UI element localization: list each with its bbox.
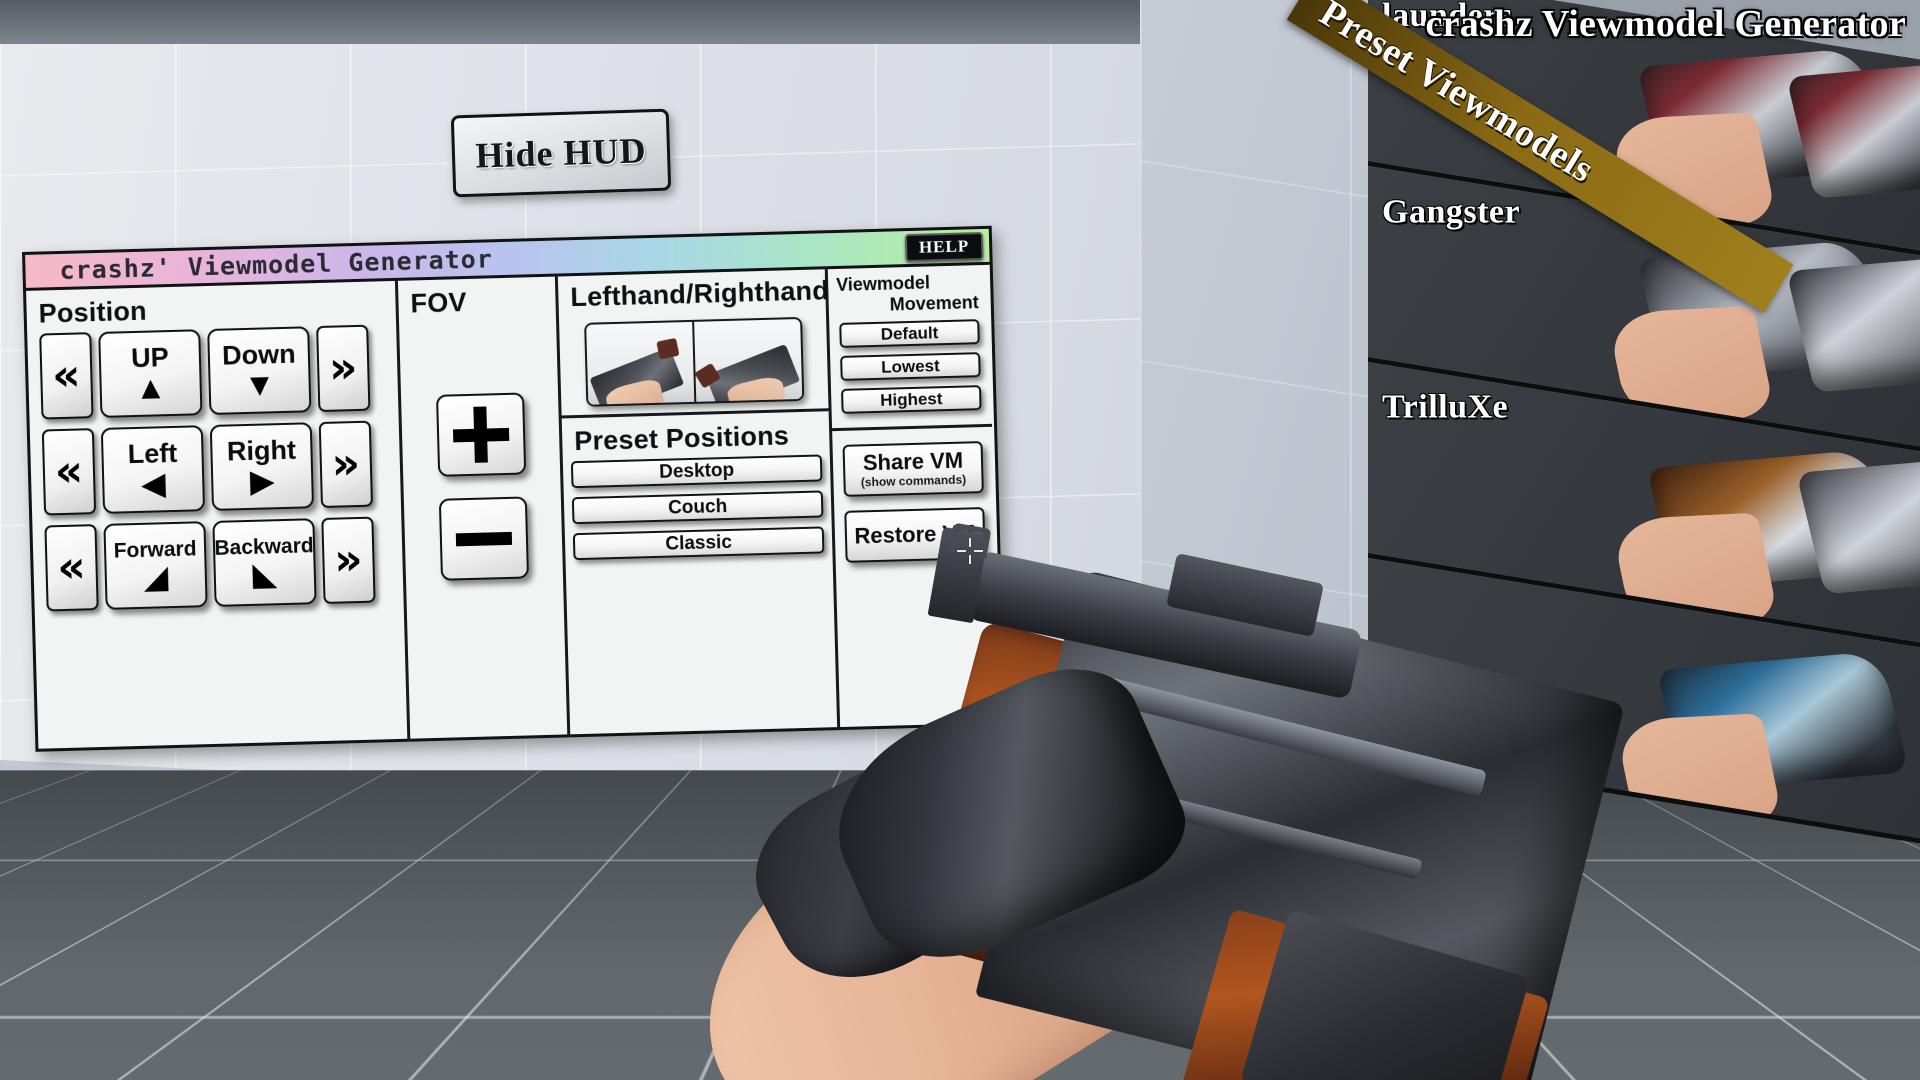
position-row-vertical: « UP ▲ Down ▼ » [35,324,390,420]
position-fast-left-icon[interactable]: « [44,524,99,612]
fov-spacer [407,320,550,396]
preset-viewmodel-name: TrilluXe [1382,388,1509,426]
viewmodel-movement-heading-line1: Viewmodel [835,272,931,295]
preset-desktop-button[interactable]: Desktop [570,454,823,489]
arrow-left-icon: ◀ [140,465,167,502]
fov-heading: FOV [410,286,468,319]
position-left-label: Left [127,437,178,470]
hands-section: Lefthand/Righthand [557,269,830,419]
position-forward-button[interactable]: Forward ◢ [103,521,208,610]
plus-icon-vertical [473,406,488,463]
crosshair-right-icon [974,550,983,552]
position-fast-right-icon[interactable]: » [316,324,371,413]
movement-and-actions-section: Viewmodel Movement Default Lowest Highes… [828,265,1000,730]
minus-icon [455,531,512,546]
preset-viewmodel-wall: launders Gangster TrilluXe [1368,0,1920,887]
hide-hud-button[interactable]: Hide HUD [450,108,672,198]
movement-highest-button[interactable]: Highest [841,385,982,415]
hands-heading: Lefthand/Righthand [570,275,830,313]
crosshair-bottom-icon [969,555,971,564]
position-fast-left-icon[interactable]: « [41,428,97,516]
position-up-label: UP [130,342,170,374]
hide-hud-label: Hide HUD [474,130,648,176]
position-down-label: Down [221,338,297,371]
hand-preview-strip [583,316,804,407]
position-up-button[interactable]: UP ▲ [98,329,203,418]
hands-and-presets-section: Lefthand/Righthand Preset Positions Desk… [557,269,841,738]
panel-body: Position « UP ▲ Down ▼ » « Left ◀ Right … [26,265,1002,752]
preset-couch-button[interactable]: Couch [571,490,824,525]
movement-lowest-button[interactable]: Lowest [840,352,981,382]
position-fast-right-icon[interactable]: » [321,516,376,604]
crosshair [957,538,983,564]
position-down-button[interactable]: Down ▼ [207,326,312,415]
righthand-option[interactable] [693,318,802,402]
lefthand-option[interactable] [585,321,696,405]
position-right-button[interactable]: Right ▶ [209,422,315,511]
position-fast-left-icon[interactable]: « [39,332,94,420]
panel-title: crashz' Viewmodel Generator [59,244,494,285]
preset-viewmodel-name: Gangster [1382,193,1521,231]
game-title: crashz Viewmodel Generator [1425,3,1906,45]
position-right-label: Right [226,434,297,467]
viewmodel-movement-buttons: Default Lowest Highest [829,312,992,422]
arrow-backward-icon: ◣ [251,555,278,592]
ceiling [0,0,1260,44]
position-fast-right-icon[interactable]: » [318,420,374,509]
preset-positions-section: Preset Positions Desktop Couch Classic [562,411,833,577]
share-vm-label: Share VM [862,447,964,476]
help-button[interactable]: HELP [904,231,984,262]
fov-increase-button[interactable] [435,392,526,477]
position-backward-button[interactable]: Backward ◣ [212,518,317,607]
position-section: Position « UP ▲ Down ▼ » « Left ◀ Right … [26,280,411,752]
movement-default-button[interactable]: Default [839,319,980,349]
viewmodel-generator-panel: crashz' Viewmodel Generator HELP Positio… [22,225,1006,752]
fov-decrease-button[interactable] [438,496,529,581]
position-row-depth: « Forward ◢ Backward ◣ » [40,516,395,612]
arrow-up-icon: ▲ [134,369,168,407]
preset-classic-button[interactable]: Classic [572,526,825,561]
arrow-right-icon: ▶ [249,462,276,500]
arrow-forward-icon: ◢ [143,558,169,595]
game-viewport: launders Gangster TrilluXe Preset Viewmo… [0,0,1920,1080]
preset-viewmodel-art [1608,607,1920,851]
position-row-horizontal: « Left ◀ Right ▶ » [38,420,393,516]
viewmodel-movement-heading: Viewmodel Movement [828,265,989,317]
crosshair-left-icon [957,550,966,552]
position-left-button[interactable]: Left ◀ [100,425,206,514]
arrow-down-icon: ▼ [243,366,276,404]
share-vm-button[interactable]: Share VM (show commands) [842,441,984,498]
share-vm-sublabel: (show commands) [860,472,967,490]
fov-section: FOV [397,276,571,742]
crosshair-top-icon [969,538,971,547]
